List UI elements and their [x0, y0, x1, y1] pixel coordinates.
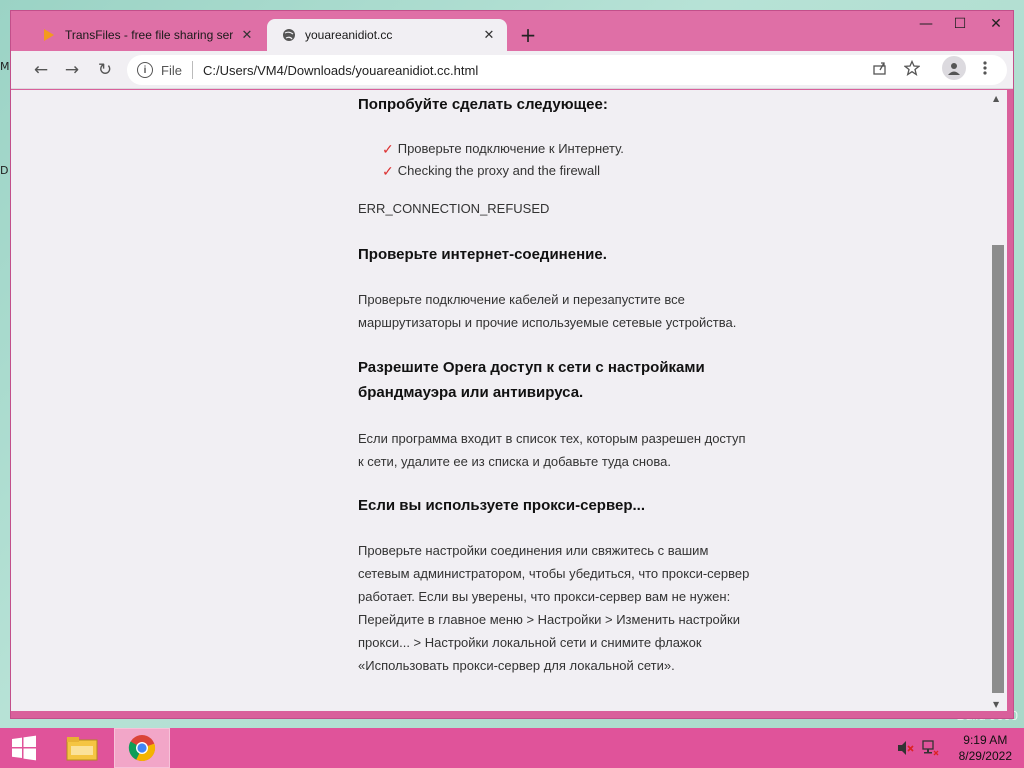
scrollbar-thumb[interactable]: [992, 245, 1004, 693]
page-content: Попробуйте сделать следующее: ✓ Проверьт…: [11, 90, 989, 711]
paragraph-line: к сети, удалите ее из списка и добавьте …: [358, 454, 671, 469]
section-body: Проверьте настройки соединения или свяжи…: [358, 539, 798, 677]
section-title-line: брандмауэра или антивируса.: [358, 384, 584, 401]
maximize-button[interactable]: ☐: [945, 13, 975, 35]
url-scheme: File: [161, 62, 182, 78]
clock-time: 9:19 AM: [963, 733, 1008, 747]
chrome-taskbar-button[interactable]: [114, 728, 170, 768]
scroll-up-arrow-icon[interactable]: ▲: [993, 94, 999, 103]
scroll-down-arrow-icon[interactable]: ▼: [993, 700, 999, 709]
suggestion-list: ✓ Проверьте подключение к Интернету. ✓ C…: [382, 138, 782, 182]
system-clock[interactable]: 9:19 AM 8/29/2022: [959, 732, 1012, 764]
kebab-menu-icon[interactable]: [975, 58, 995, 78]
tab-strip: TransFiles - free file sharing servi ✕ y…: [11, 11, 1013, 51]
new-tab-button[interactable]: +: [517, 25, 539, 47]
paragraph-line: «Использовать прокси-сервер для локально…: [358, 658, 675, 673]
list-item: ✓ Проверьте подключение к Интернету.: [382, 138, 782, 160]
tab-transfiles[interactable]: TransFiles - free file sharing servi ✕: [27, 19, 265, 51]
paragraph-line: Если программа входит в список тех, кото…: [358, 431, 746, 446]
clock-date: 8/29/2022: [958, 749, 1012, 763]
checkmark-icon: ✓: [382, 163, 394, 179]
info-icon[interactable]: i: [137, 62, 153, 78]
paragraph-line: сетевым администратором, чтобы убедиться…: [358, 566, 750, 581]
volume-muted-icon[interactable]: [896, 728, 916, 768]
start-button[interactable]: [0, 728, 48, 768]
section-title: Проверьте интернет-соединение.: [358, 246, 607, 263]
section-body: Проверьте подключение кабелей и перезапу…: [358, 288, 798, 334]
reload-button[interactable]: ↻: [93, 58, 117, 82]
browser-window: TransFiles - free file sharing servi ✕ y…: [10, 10, 1014, 719]
globe-icon: [281, 27, 297, 43]
desktop-icon-fragment: D: [0, 164, 9, 177]
paragraph-line: маршрутизаторы и прочие используемые сет…: [358, 315, 737, 330]
paragraph-line: прокси... > Настройки локальной сети и с…: [358, 635, 702, 650]
list-item-text: Checking the proxy and the firewall: [397, 163, 601, 178]
network-icon[interactable]: [920, 728, 940, 768]
browser-toolbar: ← → ↻ i File C:/Users/VM4/Downloads/youa…: [11, 51, 1013, 89]
transfiles-icon: [41, 27, 57, 43]
file-explorer-taskbar-button[interactable]: [54, 728, 110, 768]
taskbar: 9:19 AM 8/29/2022: [0, 728, 1024, 768]
profile-avatar-icon[interactable]: [942, 56, 966, 80]
section-title: Разрешите Opera доступ к сети с настройк…: [358, 355, 798, 405]
back-button[interactable]: ←: [29, 58, 53, 82]
paragraph-line: Перейдите в главное меню > Настройки > И…: [358, 612, 740, 627]
checkmark-icon: ✓: [382, 141, 394, 157]
chrome-icon: [128, 735, 156, 761]
folder-icon: [66, 737, 98, 761]
minimize-button[interactable]: —: [911, 13, 941, 35]
close-tab-icon[interactable]: ✕: [481, 27, 497, 43]
divider: [191, 61, 193, 79]
heading-try: Попробуйте сделать следующее:: [358, 96, 608, 113]
bookmark-star-icon[interactable]: [902, 58, 922, 78]
desktop-icon-fragment: M: [0, 60, 10, 73]
section-title-line: Разрешите Opera доступ к сети с настройк…: [358, 359, 705, 376]
tab-title: youareanidiot.cc: [305, 28, 393, 42]
paragraph-line: Проверьте подключение кабелей и перезапу…: [358, 292, 685, 307]
share-icon[interactable]: [870, 58, 890, 78]
section-title: Если вы используете прокси-сервер...: [358, 497, 645, 514]
vertical-scrollbar[interactable]: ▲ ▼: [989, 90, 1007, 711]
tab-youareanidiot[interactable]: youareanidiot.cc ✕: [267, 19, 507, 51]
tab-title: TransFiles - free file sharing servi: [65, 28, 233, 42]
list-item-text: Проверьте подключение к Интернету.: [397, 141, 624, 156]
forward-button[interactable]: →: [60, 58, 84, 82]
paragraph-line: работает. Если вы уверены, что прокси-се…: [358, 589, 731, 604]
windows-logo-icon: [12, 735, 36, 761]
list-item: ✓ Checking the proxy and the firewall: [382, 160, 782, 182]
error-code: ERR_CONNECTION_REFUSED: [358, 201, 550, 216]
close-tab-icon[interactable]: ✕: [239, 27, 255, 43]
paragraph-line: Проверьте настройки соединения или свяжи…: [358, 543, 709, 558]
close-window-button[interactable]: ✕: [981, 13, 1011, 35]
section-body: Если программа входит в список тех, кото…: [358, 427, 798, 473]
